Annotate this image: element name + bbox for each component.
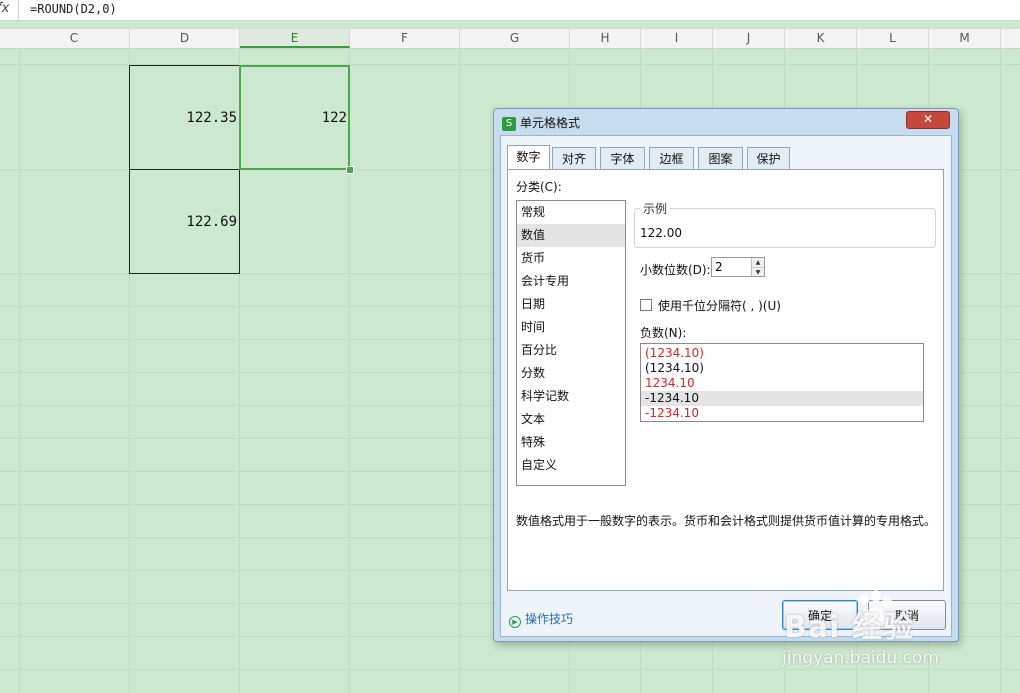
fx-icon[interactable]: fx <box>0 1 9 16</box>
wps-logo-icon: S <box>502 116 516 131</box>
baidu-watermark: Bai 经验 jingyan.baidu.com <box>782 584 1002 674</box>
thousands-separator-label[interactable]: 使用千位分隔符( , )(U) <box>658 297 781 314</box>
negative-numbers-label: 负数(N): <box>640 326 687 340</box>
column-header-i[interactable]: I <box>641 29 713 48</box>
negative-option-red-parens[interactable]: (1234.10) <box>641 346 923 361</box>
dialog-title: 单元格格式 <box>520 116 581 130</box>
tab-pattern[interactable]: 图案 <box>698 147 743 169</box>
category-item-currency[interactable]: 货币 <box>517 247 625 270</box>
baidu-url: jingyan.baidu.com <box>782 648 939 668</box>
sample-title: 示例 <box>640 200 671 217</box>
category-item-number[interactable]: 数值 <box>517 224 625 247</box>
format-description: 数值格式用于一般数字的表示。货币和会计格式则提供货币值计算的专用格式。 <box>516 514 937 528</box>
decimal-places-label: 小数位数(D): <box>640 263 711 277</box>
category-item-time[interactable]: 时间 <box>517 316 625 339</box>
cell-d2-value: 122.35 <box>186 110 237 126</box>
formula-bar[interactable]: fx =ROUND(D2,0) <box>0 0 1020 21</box>
negative-option-parens[interactable]: (1234.10) <box>641 361 923 376</box>
category-item-accounting[interactable]: 会计专用 <box>517 270 625 293</box>
grid-line <box>19 48 20 693</box>
baidu-logo-text: Bai 经验 <box>784 610 914 645</box>
negative-option-red-minus[interactable]: -1234.10 <box>641 406 923 421</box>
format-cells-dialog[interactable]: S 单元格格式 ✕ 数字 对齐 字体 边框 图案 保护 分类(C): 常规 数值 … <box>493 108 959 642</box>
spinner-up-icon[interactable]: ▲ <box>752 258 764 267</box>
tab-font[interactable]: 字体 <box>600 147 645 169</box>
fill-handle[interactable] <box>346 166 354 174</box>
negative-numbers-list[interactable]: (1234.10) (1234.10) 1234.10 -1234.10 -12… <box>640 343 924 422</box>
category-label: 分类(C): <box>516 180 562 194</box>
column-header-g[interactable]: G <box>460 29 570 48</box>
dialog-body: 数字 对齐 字体 边框 图案 保护 分类(C): 常规 数值 货币 会计专用 日… <box>500 135 952 637</box>
decimal-places-input[interactable]: 2 ▲ ▼ <box>711 257 765 277</box>
spinner-down-icon[interactable]: ▼ <box>752 267 764 276</box>
category-item-text[interactable]: 文本 <box>517 408 625 431</box>
category-list[interactable]: 常规 数值 货币 会计专用 日期 时间 百分比 分数 科学记数 文本 特殊 自定… <box>516 200 626 486</box>
play-circle-icon: ▶ <box>509 616 521 628</box>
column-header-l[interactable]: L <box>857 29 929 48</box>
tab-border[interactable]: 边框 <box>649 147 694 169</box>
grid-line <box>459 48 460 693</box>
active-cell-selection[interactable] <box>239 65 350 170</box>
tips-label[interactable]: 操作技巧 <box>525 612 573 626</box>
column-header-k[interactable]: K <box>785 29 857 48</box>
column-header-f[interactable]: F <box>350 29 460 48</box>
column-header-m[interactable]: M <box>929 29 1001 48</box>
formula-separator <box>18 0 19 20</box>
column-header-e[interactable]: E <box>240 29 350 48</box>
decimal-places-value[interactable]: 2 <box>715 260 723 274</box>
category-item-percentage[interactable]: 百分比 <box>517 339 625 362</box>
column-header-bar: C D E F G H I J K L M <box>0 28 1020 49</box>
number-tab-panel: 分类(C): 常规 数值 货币 会计专用 日期 时间 百分比 分数 科学记数 文… <box>507 169 944 591</box>
decimal-places-spinner[interactable]: ▲ ▼ <box>751 258 764 276</box>
column-header-j[interactable]: J <box>713 29 785 48</box>
category-item-special[interactable]: 特殊 <box>517 431 625 454</box>
column-header-h[interactable]: H <box>570 29 641 48</box>
negative-option-red[interactable]: 1234.10 <box>641 376 923 391</box>
column-header-d[interactable]: D <box>130 29 240 48</box>
dialog-title-bar[interactable]: S 单元格格式 <box>502 114 580 131</box>
formula-input[interactable]: =ROUND(D2,0) <box>30 2 117 16</box>
category-item-scientific[interactable]: 科学记数 <box>517 385 625 408</box>
column-header-c[interactable]: C <box>19 29 130 48</box>
category-item-date[interactable]: 日期 <box>517 293 625 316</box>
category-item-custom[interactable]: 自定义 <box>517 454 625 477</box>
negative-option-minus[interactable]: -1234.10 <box>641 391 923 406</box>
sample-value: 122.00 <box>640 226 682 240</box>
cell-d3-value: 122.69 <box>186 214 237 230</box>
thousands-separator-checkbox[interactable] <box>640 299 652 311</box>
tips-link[interactable]: ▶ 操作技巧 <box>509 610 573 628</box>
tab-alignment[interactable]: 对齐 <box>552 147 596 169</box>
close-icon[interactable]: ✕ <box>906 111 950 129</box>
tab-protection[interactable]: 保护 <box>747 147 790 169</box>
tab-number[interactable]: 数字 <box>507 145 550 169</box>
category-item-general[interactable]: 常规 <box>517 201 625 224</box>
category-item-fraction[interactable]: 分数 <box>517 362 625 385</box>
